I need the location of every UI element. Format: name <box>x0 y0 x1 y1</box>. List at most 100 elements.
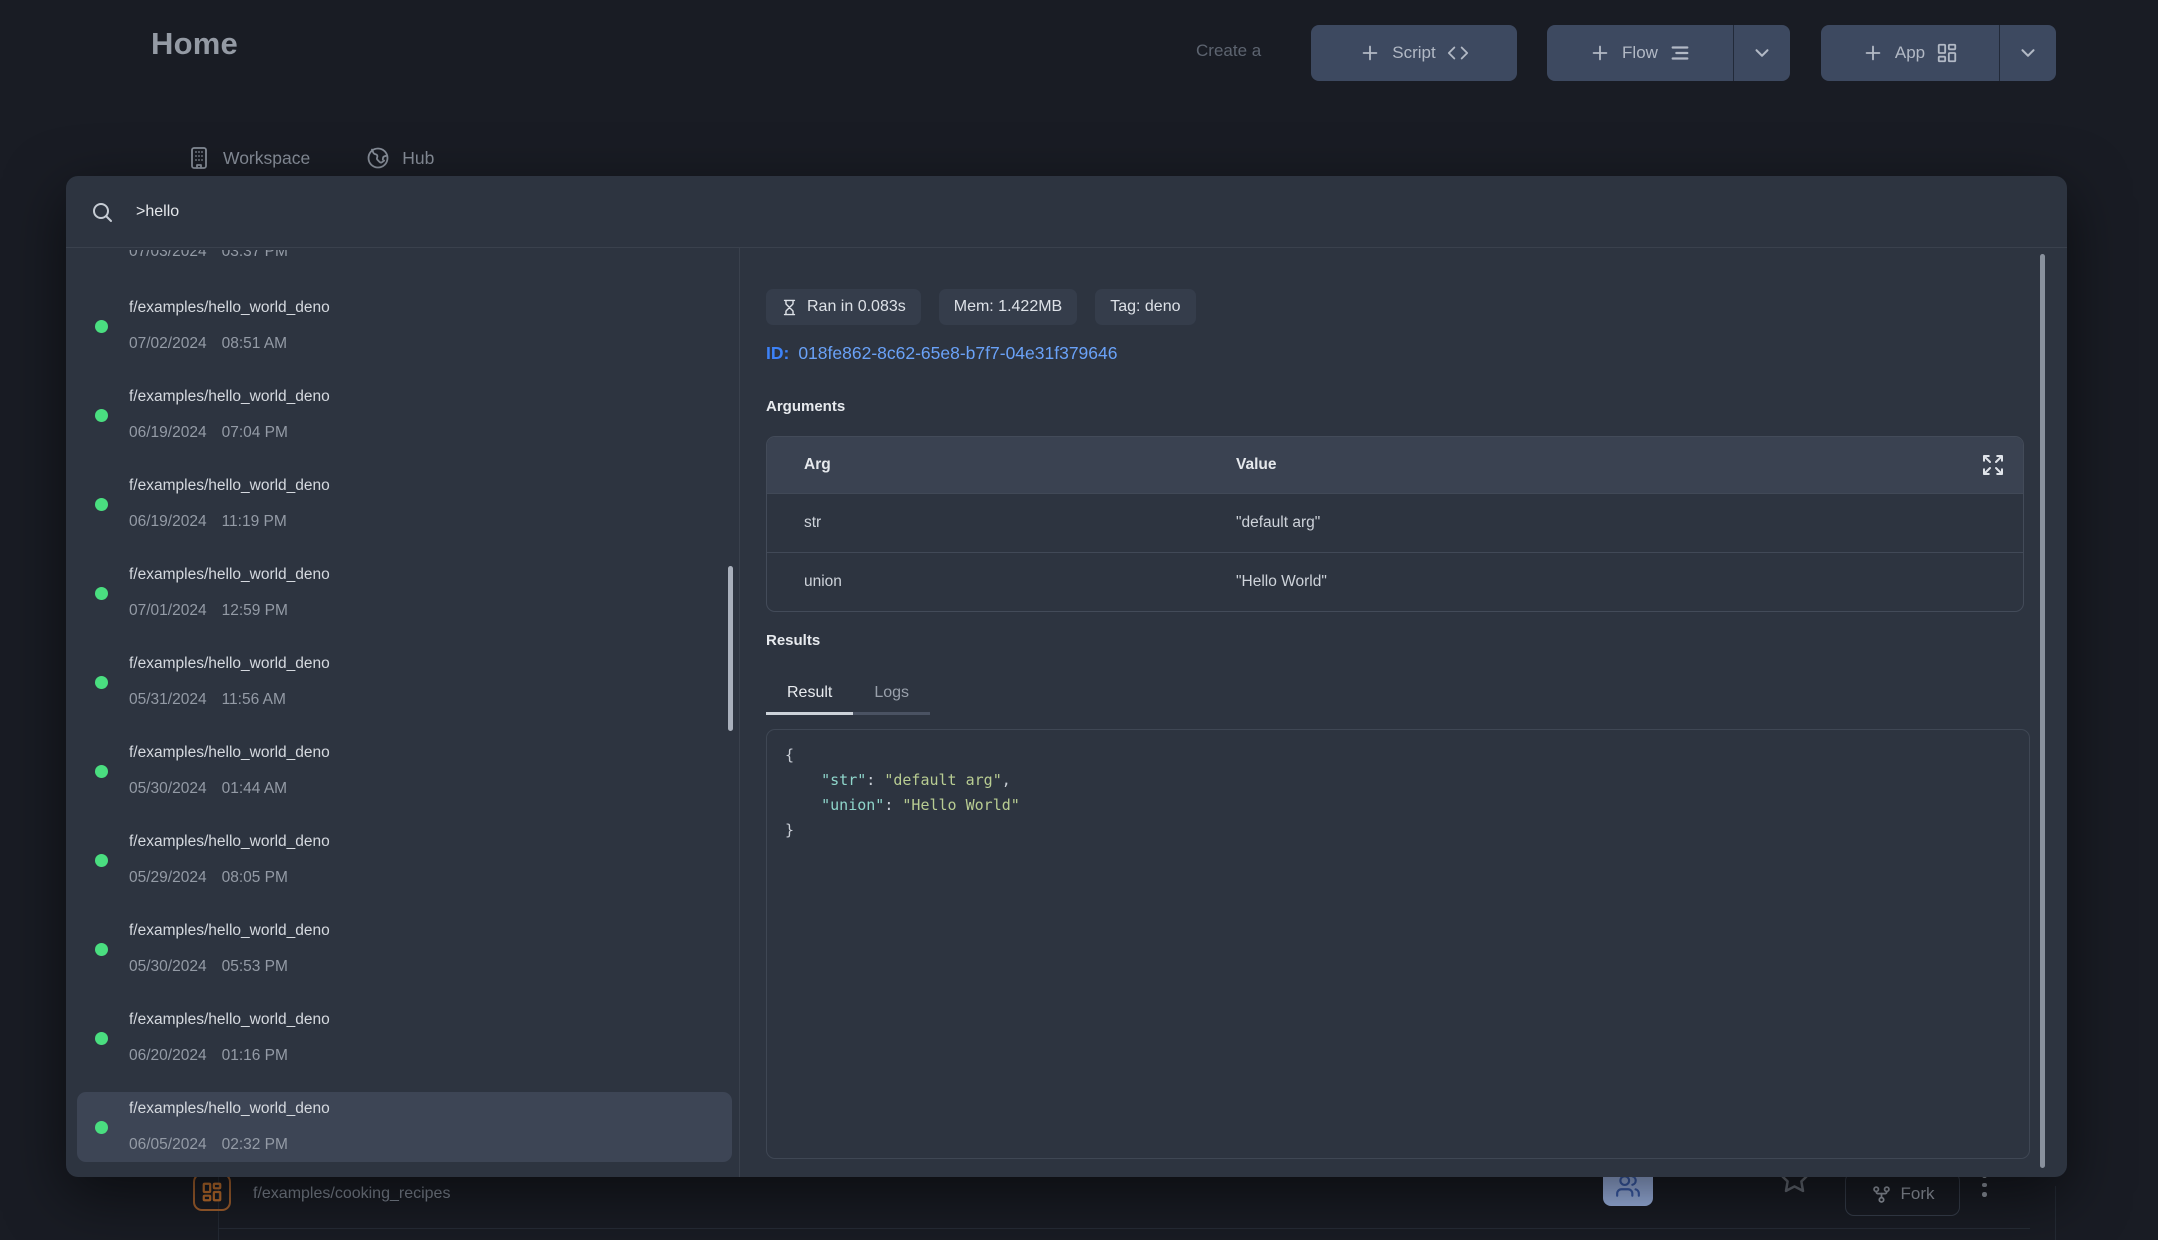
create-app-menu-button[interactable] <box>2000 25 2056 81</box>
run-time: 08:05 PM <box>222 869 288 887</box>
success-dot-icon <box>95 1032 108 1045</box>
result-json: { "str": "default arg", "union": "Hello … <box>785 743 2011 843</box>
tab-result[interactable]: Result <box>766 674 853 715</box>
run-id-label: ID: <box>766 343 789 364</box>
create-script-label: Script <box>1392 43 1435 63</box>
create-flow-label: Flow <box>1622 43 1658 63</box>
detail-panel-scrollbar[interactable] <box>2040 254 2045 1168</box>
run-date: 06/20/2024 <box>129 1047 207 1065</box>
app-icon <box>193 1173 231 1211</box>
success-dot-icon <box>95 587 108 600</box>
run-list-item[interactable]: f/examples/hello_world_deno 07/01/2024 1… <box>77 558 732 628</box>
command-palette-modal: 07/03/2024 03:37 PM f/examples/hello_wor… <box>66 176 2067 1177</box>
run-time: 01:44 AM <box>222 780 288 798</box>
table-row: str "default arg" <box>767 493 2023 552</box>
create-flow-button[interactable]: Flow <box>1547 25 1733 81</box>
value-cell: "Hello World" <box>1236 573 1327 591</box>
success-dot-icon <box>95 498 108 511</box>
run-time: 05:53 PM <box>222 958 288 976</box>
run-path: f/examples/hello_world_deno <box>129 655 330 673</box>
globe-icon <box>366 146 390 170</box>
run-list-item[interactable]: f/examples/hello_world_deno 06/19/2024 1… <box>77 469 732 539</box>
run-list-item[interactable]: f/examples/hello_world_deno 07/02/2024 0… <box>77 291 732 361</box>
run-time: 01:16 PM <box>222 1047 288 1065</box>
run-date: 05/29/2024 <box>129 869 207 887</box>
expand-table-button[interactable] <box>1981 453 2005 482</box>
flow-bars-icon <box>1669 42 1691 64</box>
run-datetime: 06/20/2024 01:16 PM <box>129 1047 288 1065</box>
run-list-item[interactable]: 07/03/2024 03:37 PM <box>77 250 732 270</box>
memory-badge-label: Mem: 1.422MB <box>954 298 1062 316</box>
run-datetime: 05/30/2024 01:44 AM <box>129 780 287 798</box>
run-path: f/examples/hello_world_deno <box>129 833 330 851</box>
run-time: 12:59 PM <box>222 602 288 620</box>
run-time: 08:51 AM <box>222 335 288 353</box>
success-dot-icon <box>95 765 108 778</box>
run-list-item[interactable]: f/examples/hello_world_deno 05/30/2024 0… <box>77 914 732 984</box>
result-tabs: Result Logs <box>766 674 930 715</box>
tab-hub[interactable]: Hub <box>366 146 434 170</box>
create-app-button[interactable]: App <box>1821 25 1999 81</box>
run-time: 03:37 PM <box>222 250 288 261</box>
run-list-item[interactable]: f/examples/hello_world_deno 05/29/2024 0… <box>77 825 732 895</box>
run-datetime: 05/29/2024 08:05 PM <box>129 869 288 887</box>
value-column-header: Value <box>1236 456 1277 474</box>
run-list-item[interactable]: f/examples/hello_world_deno 05/31/2024 1… <box>77 647 732 717</box>
tab-workspace[interactable]: Workspace <box>187 146 310 170</box>
fork-button-label: Fork <box>1901 1184 1935 1204</box>
run-datetime: 06/05/2024 02:32 PM <box>129 1136 288 1154</box>
arg-column-header: Arg <box>804 456 1236 474</box>
run-date: 07/03/2024 <box>129 250 207 261</box>
row-divider <box>218 1228 2030 1229</box>
run-date: 07/02/2024 <box>129 335 207 353</box>
run-list-item[interactable]: f/examples/hello_world_deno 06/05/2024 0… <box>77 1092 732 1162</box>
run-list-item[interactable]: f/examples/hello_world_deno 06/20/2024 0… <box>77 1003 732 1073</box>
tag-badge: Tag: deno <box>1095 289 1195 325</box>
run-datetime: 06/19/2024 11:19 PM <box>129 513 287 531</box>
arguments-table: Arg Value str "default arg" union "Hello… <box>766 436 2024 612</box>
tab-logs[interactable]: Logs <box>853 674 930 715</box>
arguments-title: Arguments <box>766 398 845 415</box>
run-date: 05/30/2024 <box>129 958 207 976</box>
dashboard-icon <box>1936 42 1958 64</box>
run-path: f/examples/hello_world_deno <box>129 299 330 317</box>
page-card-border <box>2055 1186 2056 1240</box>
tab-workspace-label: Workspace <box>223 148 310 169</box>
run-id-value[interactable]: 018fe862-8c62-65e8-b7f7-04e31f379646 <box>798 343 1117 364</box>
run-path: f/examples/hello_world_deno <box>129 922 330 940</box>
hourglass-icon <box>781 299 798 316</box>
run-path: f/examples/hello_world_deno <box>129 744 330 762</box>
run-list-item[interactable]: f/examples/hello_world_deno 06/19/2024 0… <box>77 380 732 450</box>
memory-badge: Mem: 1.422MB <box>939 289 1077 325</box>
search-icon <box>90 200 114 224</box>
run-path: f/examples/hello_world_deno <box>129 1011 330 1029</box>
run-id-line: ID: 018fe862-8c62-65e8-b7f7-04e31f379646 <box>766 343 1118 364</box>
result-code-box: { "str": "default arg", "union": "Hello … <box>766 729 2030 1159</box>
run-badges: Ran in 0.083s Mem: 1.422MB Tag: deno <box>766 289 1196 325</box>
chevron-down-icon <box>2017 42 2039 64</box>
run-list-item[interactable]: f/examples/hello_world_deno 05/30/2024 0… <box>77 736 732 806</box>
create-app-label: App <box>1895 43 1925 63</box>
search-bar <box>66 176 2067 248</box>
create-flow-menu-button[interactable] <box>1734 25 1790 81</box>
run-datetime: 07/03/2024 03:37 PM <box>129 250 288 261</box>
run-datetime: 07/01/2024 12:59 PM <box>129 602 288 620</box>
success-dot-icon <box>95 676 108 689</box>
run-detail-panel: Ran in 0.083s Mem: 1.422MB Tag: deno ID:… <box>740 248 2067 1177</box>
run-date: 07/01/2024 <box>129 602 207 620</box>
success-dot-icon <box>95 1121 108 1134</box>
run-datetime: 05/30/2024 05:53 PM <box>129 958 288 976</box>
run-path: f/examples/hello_world_deno <box>129 388 330 406</box>
fork-button[interactable]: Fork <box>1845 1172 1960 1216</box>
run-time: 07:04 PM <box>222 424 288 442</box>
arg-cell: union <box>804 573 1236 591</box>
create-flow-button-group: Flow <box>1547 25 1790 81</box>
create-script-button[interactable]: Script <box>1311 25 1517 81</box>
search-input[interactable] <box>134 202 1338 222</box>
run-date: 06/19/2024 <box>129 424 207 442</box>
run-list-scrollbar[interactable] <box>728 566 733 731</box>
plus-icon <box>1359 42 1381 64</box>
page-title: Home <box>151 26 238 62</box>
code-icon <box>1447 42 1469 64</box>
chevron-down-icon <box>1751 42 1773 64</box>
